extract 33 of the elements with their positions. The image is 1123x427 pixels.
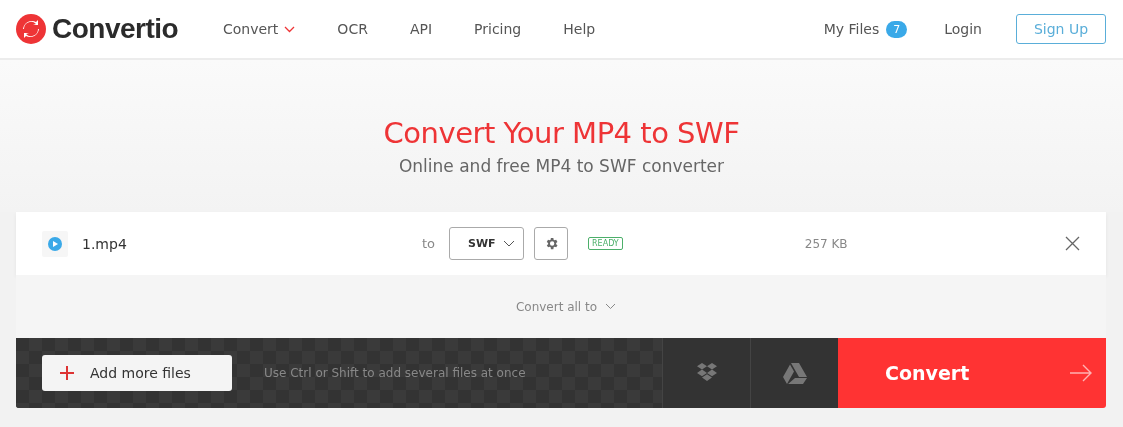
drive-icon: [782, 362, 807, 384]
add-files-button[interactable]: Add more files: [42, 355, 232, 391]
format-select[interactable]: SWF: [449, 227, 525, 260]
caret-icon: [284, 25, 296, 33]
to-label: to: [422, 236, 436, 251]
login-link[interactable]: Login: [944, 21, 982, 37]
file-size: 257 KB: [804, 236, 849, 251]
close-icon: [1065, 236, 1080, 251]
nav-link[interactable]: Help: [563, 21, 596, 37]
google-drive-button[interactable]: [750, 338, 838, 408]
dropbox-icon: [695, 363, 718, 383]
hint-text: Use Ctrl or Shift to add several files at once: [264, 366, 526, 380]
nav-link[interactable]: Pricing: [474, 21, 522, 37]
convert-button[interactable]: Convert: [838, 338, 1106, 408]
logo-text: Convertio: [52, 13, 179, 45]
settings-button[interactable]: [534, 227, 569, 260]
nav-link[interactable]: Convert: [223, 21, 296, 37]
nav-link[interactable]: OCR: [337, 21, 368, 37]
status-badge: READY: [588, 237, 623, 250]
page-title: Convert Your MP4 to SWF: [383, 116, 740, 150]
chevron-down-icon: [605, 303, 617, 310]
file-name: 1.mp4: [82, 235, 128, 252]
dropbox-button[interactable]: [662, 338, 750, 408]
files-count-badge: 7: [886, 20, 908, 38]
plus-icon: [60, 366, 74, 380]
arrow-right-icon: [1070, 364, 1092, 382]
close-button[interactable]: [1065, 236, 1080, 251]
page-subtitle: Online and free MP4 to SWF converter: [398, 156, 725, 176]
my-files-link[interactable]: My Files: [823, 21, 880, 37]
chevron-down-icon: [503, 240, 516, 247]
logo-icon: [16, 14, 46, 44]
play-icon: [48, 236, 62, 251]
nav-link[interactable]: API: [409, 21, 433, 37]
